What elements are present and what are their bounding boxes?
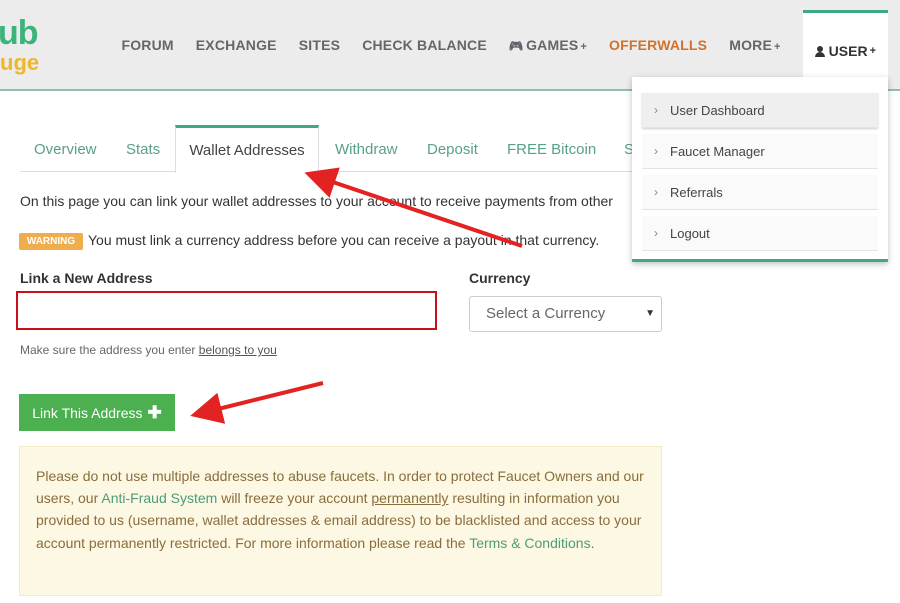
dropdown-item-label: User Dashboard <box>670 102 765 118</box>
currency-select[interactable]: Select a Currency ▼ <box>469 296 662 332</box>
gamepad-icon: 🎮 <box>508 38 525 53</box>
user-icon <box>814 45 825 57</box>
anti-fraud-link[interactable]: Anti-Fraud System <box>101 490 217 506</box>
nav-user-plus: + <box>869 45 876 57</box>
notice-text-2: will freeze your account <box>217 490 372 507</box>
dropdown-arrow-icon: ▼ <box>645 308 655 319</box>
address-hint-text: Make sure the address you enter <box>20 343 199 357</box>
nav-check-balance[interactable]: CHECK BALANCE <box>362 37 487 53</box>
nav-more[interactable]: MORE + <box>729 37 780 53</box>
address-input[interactable] <box>16 291 437 330</box>
link-address-button-label: Link This Address <box>32 404 143 421</box>
warning-text: You must link a currency address before … <box>88 232 600 248</box>
nav-offerwalls[interactable]: OFFERWALLS <box>609 37 707 53</box>
intro-text: On this page you can link your wallet ad… <box>20 193 613 209</box>
anti-fraud-notice: Please do not use multiple addresses to … <box>19 446 662 596</box>
currency-select-value: Select a Currency <box>486 305 606 322</box>
dropdown-item-user-dashboard[interactable]: › User Dashboard <box>642 93 878 128</box>
nav-games-label: GAMES <box>526 36 579 53</box>
notice-permanently: permanently <box>371 490 449 507</box>
address-hint: Make sure the address you enter belongs … <box>20 343 277 357</box>
tab-withdraw[interactable]: Withdraw <box>335 125 398 171</box>
address-label: Link a New Address <box>20 270 153 286</box>
dropdown-item-label: Referrals <box>670 184 723 200</box>
chevron-right-icon: › <box>654 144 658 158</box>
nav-games-plus: + <box>580 40 588 53</box>
tab-wallet-addresses[interactable]: Wallet Addresses <box>175 125 319 173</box>
nav-exchange[interactable]: EXCHANGE <box>196 37 277 53</box>
dropdown-item-referrals[interactable]: › Referrals <box>642 175 878 210</box>
dropdown-item-logout[interactable]: › Logout <box>642 216 878 251</box>
address-hint-link[interactable]: belongs to you <box>199 343 277 357</box>
nav-more-plus: + <box>774 40 781 53</box>
account-tabs: Overview Stats Wallet Addresses Withdraw… <box>20 125 634 173</box>
logo-text-bottom: uge <box>0 50 40 75</box>
nav-forum[interactable]: FORUM <box>121 37 173 53</box>
currency-label: Currency <box>469 270 531 286</box>
main-nav: FORUM EXCHANGE SITES CHECK BALANCE 🎮 GAME… <box>99 0 888 89</box>
dropdown-item-label: Faucet Manager <box>670 143 765 159</box>
nav-user-label: USER <box>828 43 868 59</box>
nav-more-label: MORE <box>729 36 773 53</box>
red-arrow-to-button <box>190 381 324 424</box>
tab-free-bitcoin[interactable]: FREE Bitcoin <box>507 125 596 171</box>
notice-text-4: . <box>590 534 595 551</box>
warning-badge: WARNING <box>19 233 83 250</box>
tab-deposit[interactable]: Deposit <box>427 125 478 171</box>
tab-overview[interactable]: Overview <box>34 125 97 171</box>
site-logo[interactable]: ub uge <box>0 14 60 76</box>
plus-icon: ✚ <box>147 402 162 422</box>
logo-text-top: ub <box>0 14 39 52</box>
chevron-right-icon: › <box>654 103 658 117</box>
dropdown-item-label: Logout <box>670 225 710 241</box>
terms-link[interactable]: Terms & Conditions <box>469 535 590 551</box>
dropdown-item-faucet-manager[interactable]: › Faucet Manager <box>642 134 878 169</box>
nav-sites[interactable]: SITES <box>299 37 340 53</box>
tab-stats[interactable]: Stats <box>126 125 160 171</box>
user-dropdown-menu: › User Dashboard › Faucet Manager › Refe… <box>632 77 888 262</box>
chevron-right-icon: › <box>654 226 658 240</box>
link-address-button[interactable]: Link This Address ✚ <box>19 394 175 431</box>
chevron-right-icon: › <box>654 185 658 199</box>
nav-games[interactable]: 🎮 GAMES + <box>509 37 587 53</box>
